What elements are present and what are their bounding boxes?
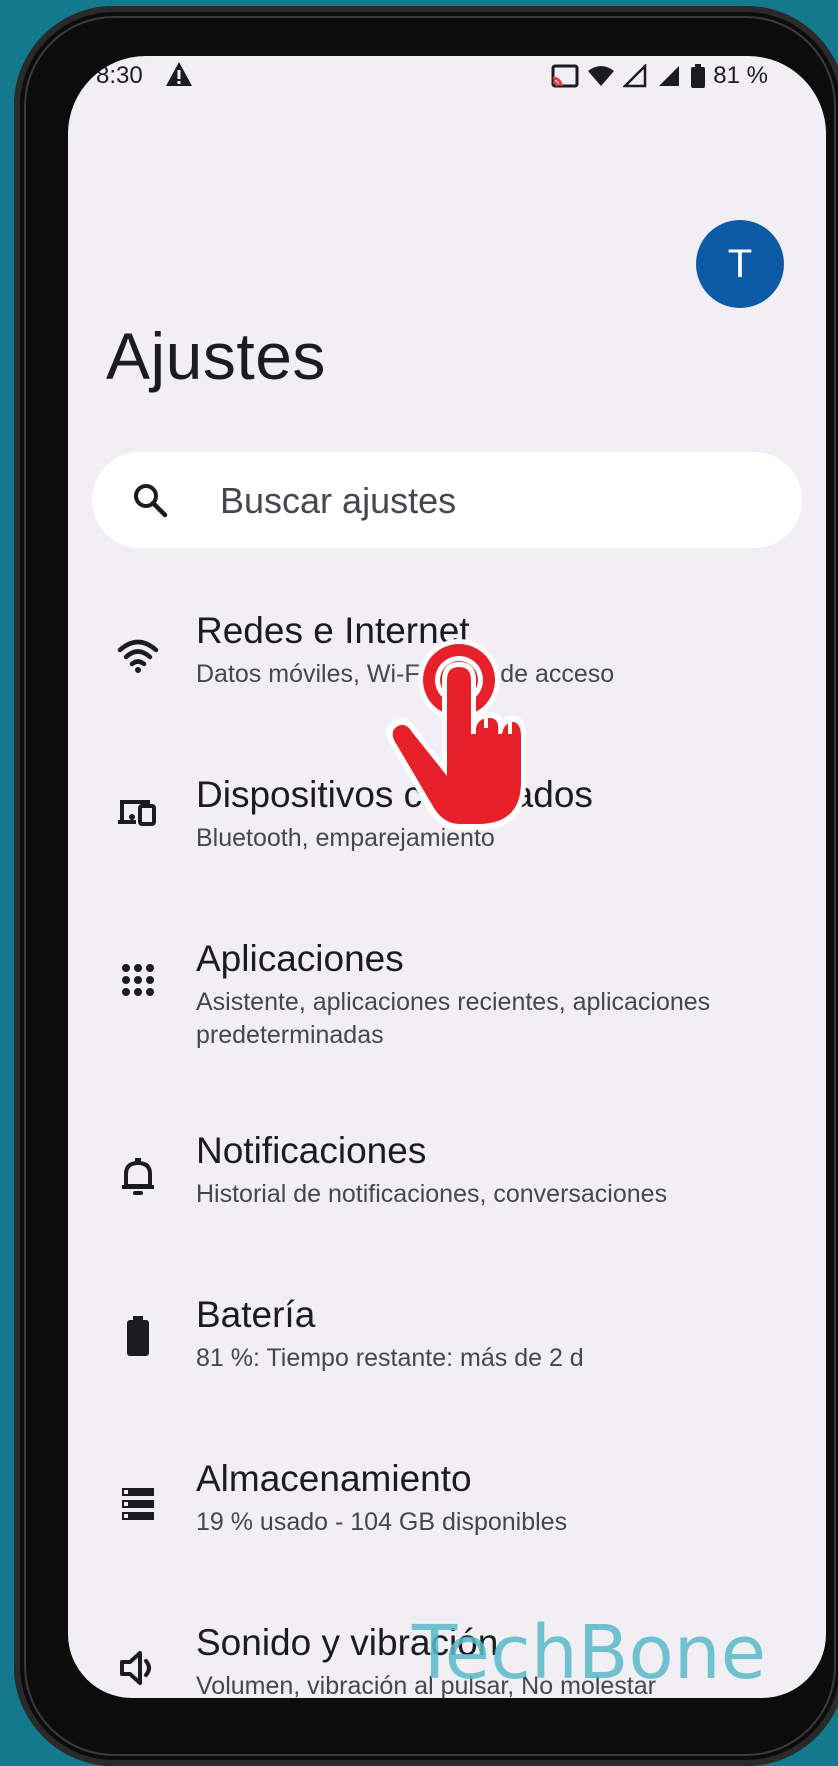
signal-roaming-icon [659, 66, 680, 86]
page-title: Ajustes [106, 319, 326, 393]
phone-frame: 8:30 81 % T Ajustes Buscar ajustes Redes… [14, 6, 838, 1766]
apps-grid-icon [122, 964, 154, 996]
search-bar[interactable]: Buscar ajustes [92, 452, 802, 548]
signal-icon [623, 64, 647, 88]
status-time: 8:30 [96, 62, 143, 89]
battery-percent: 81 % [713, 62, 768, 89]
status-bar: 8:30 81 % [68, 56, 826, 96]
tap-hand-icon [386, 639, 526, 830]
search-placeholder: Buscar ajustes [220, 480, 457, 521]
avatar-initial: T [727, 241, 753, 286]
account-avatar[interactable]: T [696, 220, 784, 308]
battery-status-icon [691, 64, 706, 88]
cast-icon [551, 64, 579, 88]
search-icon [134, 484, 168, 518]
item-title: Aplicaciones [196, 938, 404, 979]
watermark-logo: TechBone [412, 1610, 767, 1696]
item-title: Notificaciones [196, 1130, 427, 1171]
screen: 8:30 81 % T Ajustes Buscar ajustes Redes… [68, 56, 826, 1698]
devices-icon [118, 800, 156, 826]
storage-icon [122, 1488, 154, 1520]
item-subtitle: 19 % usado - 104 GB disponibles [196, 1508, 568, 1536]
battery-icon [127, 1316, 149, 1356]
item-subtitle: Historial de notificaciones, conversacio… [196, 1180, 668, 1208]
wifi-status-icon [588, 66, 615, 86]
wifi-icon [117, 639, 159, 673]
bell-icon [122, 1158, 154, 1195]
item-subtitle: Asistente, aplicaciones recientes, aplic… [196, 988, 711, 1049]
warning-icon [166, 62, 192, 86]
status-icons: 81 % [551, 62, 768, 90]
speaker-icon [120, 1651, 151, 1685]
item-title: Almacenamiento [196, 1458, 472, 1499]
item-subtitle: 81 %: Tiempo restante: más de 2 d [196, 1344, 584, 1372]
item-title: Batería [196, 1294, 316, 1335]
